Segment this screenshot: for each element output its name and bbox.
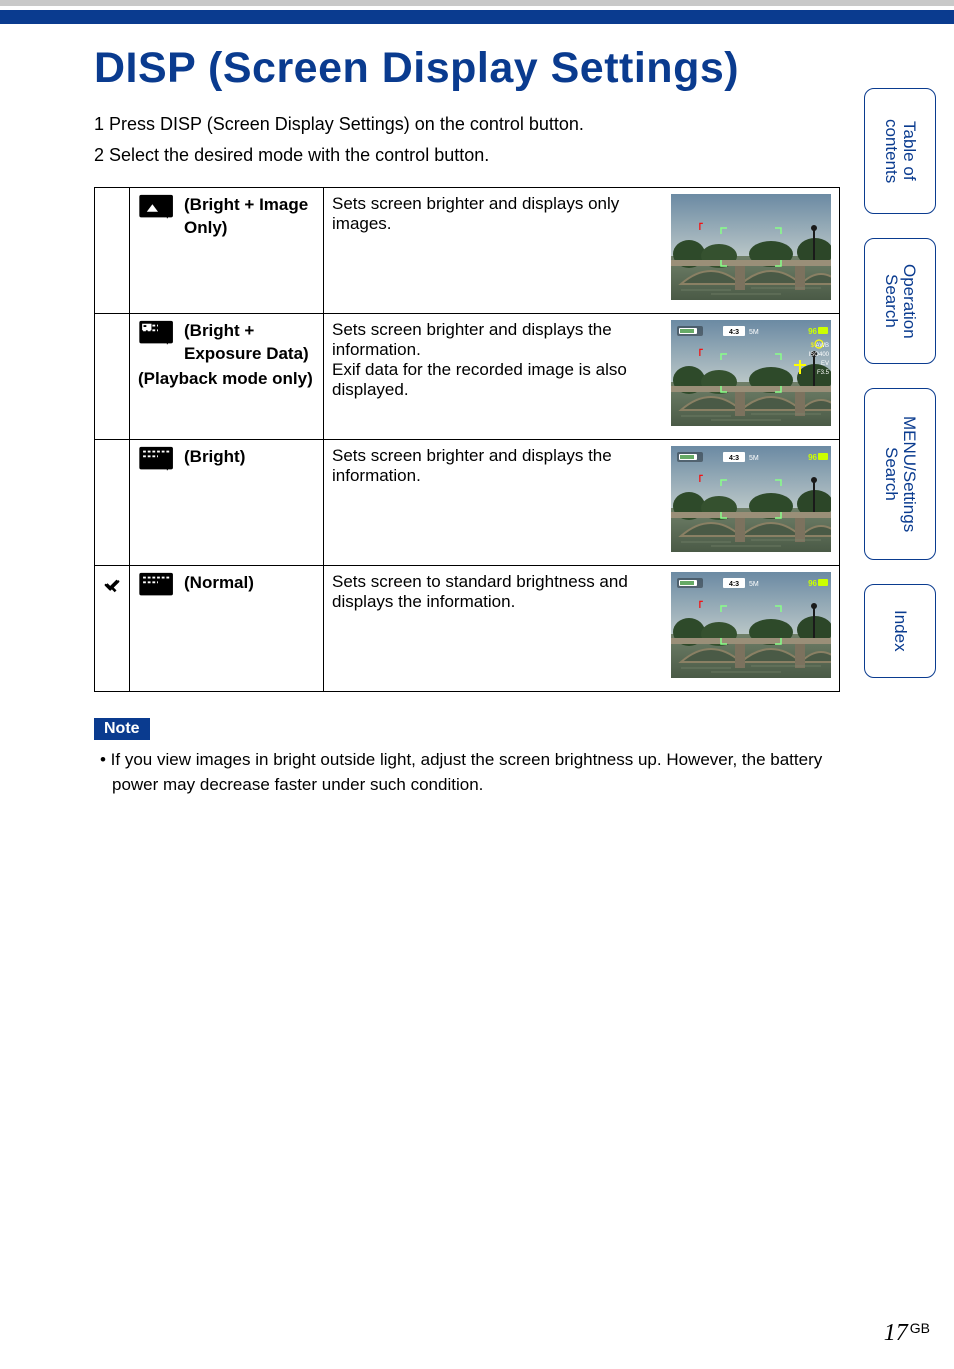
thumbnail-image: 「 bbox=[671, 194, 831, 300]
modes-table: (Bright + Image Only) Sets screen bright… bbox=[94, 187, 840, 692]
row-description-text: Sets screen brighter and displays only i… bbox=[332, 194, 663, 234]
thumbnail-image: 「 4:3 5M 96 bbox=[671, 572, 831, 678]
row-mark bbox=[95, 566, 130, 692]
thumbnail-image: 「 4:3 5M 96 $ AWB ISO400 EV F3.5 bbox=[671, 320, 831, 426]
bright-exposure-icon bbox=[138, 320, 178, 348]
svg-text:ISO400: ISO400 bbox=[809, 352, 830, 358]
svg-text:「: 「 bbox=[693, 222, 703, 235]
tab-operation-search[interactable]: Operation Search bbox=[864, 238, 936, 364]
svg-text:96: 96 bbox=[808, 453, 817, 462]
svg-text:「: 「 bbox=[693, 600, 703, 613]
table-row: (Bright) Sets screen brighter and displa… bbox=[95, 440, 840, 566]
top-accent-bar bbox=[0, 10, 954, 24]
tab-table-of-contents[interactable]: Table of contents bbox=[864, 88, 936, 214]
svg-text:F3.5: F3.5 bbox=[817, 370, 830, 376]
table-row: (Bright + Image Only) Sets screen bright… bbox=[95, 188, 840, 314]
note-label: Note bbox=[94, 718, 150, 740]
row-mark bbox=[95, 314, 130, 440]
row-description: Sets screen brighter and displays the in… bbox=[324, 314, 840, 440]
row-mode: (Bright) bbox=[130, 440, 324, 566]
row-thumbnail: 「 4:3 5M 96 bbox=[671, 446, 831, 557]
row-mode: (Bright + Exposure Data) (Playback mode … bbox=[130, 314, 324, 440]
row-description-text: Sets screen brighter and displays the in… bbox=[332, 320, 663, 400]
tab-label-op: Operation Search bbox=[882, 254, 918, 349]
mode-label-suffix: (Playback mode only) bbox=[138, 368, 313, 391]
tab-index[interactable]: Index bbox=[864, 584, 936, 678]
bright-icon bbox=[138, 446, 178, 474]
checkmark-icon bbox=[103, 576, 121, 594]
side-tabs: Table of contents Operation Search MENU/… bbox=[864, 88, 936, 702]
tab-label-toc: Table of contents bbox=[882, 109, 918, 193]
row-thumbnail: 「 4:3 5M 96 bbox=[671, 572, 831, 683]
mode-label: (Bright + Exposure Data) bbox=[184, 320, 315, 366]
svg-text:4:3: 4:3 bbox=[729, 581, 739, 588]
row-mode: (Normal) bbox=[130, 566, 324, 692]
mode-label: (Bright) bbox=[184, 446, 245, 469]
svg-text:4:3: 4:3 bbox=[729, 455, 739, 462]
row-description: Sets screen brighter and displays only i… bbox=[324, 188, 840, 314]
table-row: (Normal) Sets screen to standard brightn… bbox=[95, 566, 840, 692]
row-description-text: Sets screen brighter and displays the in… bbox=[332, 446, 663, 486]
svg-text:「: 「 bbox=[693, 348, 703, 361]
top-thin-bar bbox=[0, 0, 954, 6]
tab-menu-settings-search[interactable]: MENU/Settings Search bbox=[864, 388, 936, 560]
table-row: (Bright + Exposure Data) (Playback mode … bbox=[95, 314, 840, 440]
mode-label: (Normal) bbox=[184, 572, 254, 595]
row-thumbnail: 「 4:3 5M 96 $ AWB ISO400 EV F3.5 bbox=[671, 320, 831, 431]
svg-text:96: 96 bbox=[808, 579, 817, 588]
svg-text:5M: 5M bbox=[749, 581, 759, 588]
row-description-text: Sets screen to standard brightness and d… bbox=[332, 572, 663, 612]
row-mark bbox=[95, 440, 130, 566]
svg-text:「: 「 bbox=[693, 474, 703, 487]
page-number: 17GB bbox=[884, 1320, 930, 1347]
svg-text:96: 96 bbox=[808, 327, 817, 336]
step-2: 2 Select the desired mode with the contr… bbox=[94, 142, 840, 169]
svg-text:4:3: 4:3 bbox=[729, 329, 739, 336]
row-mode: (Bright + Image Only) bbox=[130, 188, 324, 314]
step-1: 1 Press DISP (Screen Display Settings) o… bbox=[94, 111, 840, 138]
page-number-suffix: GB bbox=[910, 1320, 930, 1336]
main-content: DISP (Screen Display Settings) 1 Press D… bbox=[94, 44, 840, 797]
page-title: DISP (Screen Display Settings) bbox=[94, 44, 840, 93]
page-number-value: 17 bbox=[884, 1320, 908, 1346]
svg-text:EV: EV bbox=[821, 361, 829, 367]
row-description: Sets screen brighter and displays the in… bbox=[324, 440, 840, 566]
bright-image-only-icon bbox=[138, 194, 178, 222]
svg-text:AWB: AWB bbox=[816, 343, 829, 349]
tab-label-index: Index bbox=[891, 600, 909, 662]
row-description: Sets screen to standard brightness and d… bbox=[324, 566, 840, 692]
thumbnail-image: 「 4:3 5M 96 bbox=[671, 446, 831, 552]
mode-label: (Bright + Image Only) bbox=[184, 194, 315, 240]
row-thumbnail: 「 bbox=[671, 194, 831, 305]
tab-label-menu: MENU/Settings Search bbox=[882, 406, 918, 542]
note-text: • If you view images in bright outside l… bbox=[94, 748, 840, 797]
svg-text:5M: 5M bbox=[749, 329, 759, 336]
normal-icon bbox=[138, 572, 178, 600]
row-mark bbox=[95, 188, 130, 314]
svg-text:5M: 5M bbox=[749, 455, 759, 462]
